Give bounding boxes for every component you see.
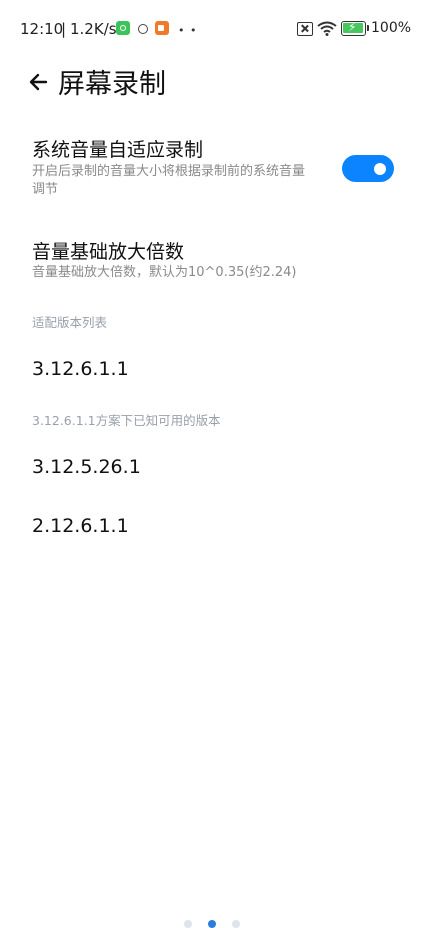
- version-item[interactable]: 2.12.6.1.1: [32, 515, 129, 537]
- sim-disabled-icon: [297, 22, 313, 36]
- status-time: 12:10: [20, 20, 64, 38]
- arrow-left-icon: [29, 73, 48, 91]
- page-dot-active: [208, 920, 216, 928]
- page-title: 屏幕录制: [58, 69, 166, 100]
- status-bar: 12:10 | 1.2K/s • • ⚡ 100%: [0, 0, 421, 60]
- status-net-speed: 1.2K/s: [70, 20, 117, 38]
- charging-bolt-icon: ⚡: [348, 20, 357, 34]
- setting-amplify-title: 音量基础放大倍数: [32, 241, 185, 263]
- version-item[interactable]: 3.12.5.26.1: [32, 456, 141, 478]
- wifi-icon: [317, 21, 337, 36]
- page-dot: [184, 920, 192, 928]
- version-note: 3.12.6.1.1方案下已知可用的版本: [32, 413, 221, 428]
- setting-adaptive-desc-line1: 开启后录制的音量大小将根据录制前的系统音量: [32, 164, 306, 179]
- status-separator: |: [61, 20, 67, 38]
- version-item[interactable]: 3.12.6.1.1: [32, 358, 129, 380]
- circle-icon: [138, 24, 148, 34]
- setting-adaptive-desc-line2: 调节: [32, 182, 59, 197]
- versions-section-label: 适配版本列表: [32, 315, 108, 330]
- home-indicator: [180, 920, 242, 928]
- green-app-icon: [116, 21, 130, 35]
- battery-percent: 100%: [371, 20, 412, 36]
- adaptive-volume-toggle[interactable]: [342, 155, 394, 182]
- page-dot: [232, 920, 240, 928]
- more-dots-icon: • •: [178, 24, 198, 37]
- orange-video-icon: [155, 21, 169, 35]
- setting-adaptive-title: 系统音量自适应录制: [32, 139, 204, 161]
- back-button[interactable]: [26, 68, 54, 96]
- setting-amplify-desc: 音量基础放大倍数，默认为10^0.35(约2.24): [32, 265, 297, 280]
- toggle-knob: [374, 163, 386, 175]
